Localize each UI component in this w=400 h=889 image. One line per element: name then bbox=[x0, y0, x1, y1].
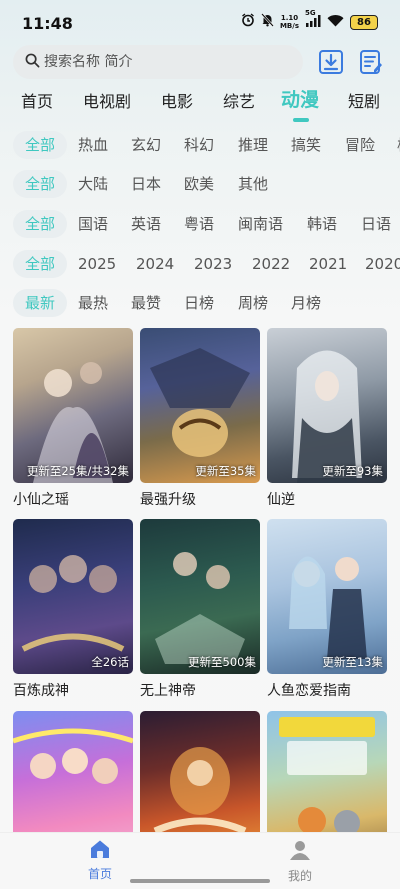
poster-badge: 更新至13集 bbox=[322, 655, 383, 669]
genre-chip-selected[interactable]: 全部 bbox=[13, 131, 68, 159]
poster-card[interactable]: 更新至500集 无上神帝 bbox=[140, 519, 260, 700]
poster-badge: 更新至93集 bbox=[322, 464, 383, 478]
nav-mine[interactable]: 我的 bbox=[260, 839, 340, 884]
poster-card[interactable]: 更新至13集 人鱼恋爱指南 bbox=[267, 519, 387, 700]
gesture-bar bbox=[130, 879, 270, 883]
home-icon bbox=[89, 840, 111, 863]
poster-image: 更新至25集/共32集 bbox=[13, 328, 133, 483]
poster-badge: 更新至25集/共32集 bbox=[26, 464, 129, 478]
poster-image: 全26话 bbox=[13, 519, 133, 674]
year-chip[interactable]: 2022 bbox=[252, 250, 290, 278]
poster-card[interactable]: 更新至35集 最强升级 bbox=[140, 328, 260, 509]
tab-variety[interactable]: 综艺 bbox=[223, 88, 255, 112]
search-box[interactable] bbox=[13, 45, 303, 79]
poster-badge: 更新至35集 bbox=[195, 464, 256, 478]
download-icon[interactable] bbox=[318, 49, 344, 75]
tab-tv-series[interactable]: 电视剧 bbox=[83, 88, 131, 112]
card-title: 百炼成神 bbox=[13, 683, 69, 699]
bottom-nav: 首页 我的 bbox=[0, 832, 400, 889]
language-chip[interactable]: 英语 bbox=[131, 210, 161, 238]
battery-indicator: 86 bbox=[350, 14, 378, 30]
genre-chip[interactable]: 科幻 bbox=[184, 131, 214, 159]
alarm-icon bbox=[241, 13, 255, 31]
genre-chip[interactable]: 搞笑 bbox=[291, 131, 321, 159]
year-chip[interactable]: 2024 bbox=[136, 250, 174, 278]
card-title: 人鱼恋爱指南 bbox=[267, 683, 351, 699]
year-chip-selected[interactable]: 全部 bbox=[13, 250, 68, 278]
poster-card[interactable]: 更新至25集/共32集 小仙之瑶 bbox=[13, 328, 133, 509]
genre-chip[interactable]: 玄幻 bbox=[131, 131, 161, 159]
sort-chip[interactable]: 周榜 bbox=[238, 289, 268, 317]
search-icon bbox=[25, 53, 40, 72]
language-chip[interactable]: 粤语 bbox=[184, 210, 214, 238]
notes-icon[interactable] bbox=[358, 49, 384, 75]
sort-chip[interactable]: 月榜 bbox=[291, 289, 321, 317]
nav-home[interactable]: 首页 bbox=[60, 839, 140, 882]
sort-chip-selected[interactable]: 最新 bbox=[13, 289, 68, 317]
region-chip[interactable]: 欧美 bbox=[184, 170, 214, 198]
main-tabs: 首页 电视剧 电影 综艺 动漫 短剧 bbox=[0, 88, 400, 124]
language-chip[interactable]: 闽南语 bbox=[238, 210, 283, 238]
filter-row-genre: 全部 热血 玄幻 科幻 推理 搞笑 冒险 校 bbox=[0, 131, 400, 161]
year-chip[interactable]: 2025 bbox=[78, 250, 116, 278]
region-chip[interactable]: 其他 bbox=[238, 170, 268, 198]
region-chip-selected[interactable]: 全部 bbox=[13, 170, 68, 198]
sort-chip[interactable]: 最热 bbox=[78, 289, 108, 317]
filter-row-year: 全部 2025 2024 2023 2022 2021 2020 bbox=[0, 250, 400, 280]
genre-chip[interactable]: 推理 bbox=[238, 131, 268, 159]
year-chip[interactable]: 2023 bbox=[194, 250, 232, 278]
status-bar: 11:48 1.10 MB/s 5G 86 bbox=[0, 0, 400, 46]
region-chip[interactable]: 日本 bbox=[131, 170, 161, 198]
genre-chip[interactable]: 热血 bbox=[78, 131, 108, 159]
year-chip[interactable]: 2021 bbox=[309, 250, 347, 278]
region-chip[interactable]: 大陆 bbox=[78, 170, 108, 198]
search-input[interactable] bbox=[44, 54, 284, 70]
active-tab-indicator bbox=[293, 118, 309, 122]
tab-anime[interactable]: 动漫 bbox=[281, 85, 319, 112]
signal-label: 5G bbox=[305, 8, 316, 17]
filter-row-sort: 最新 最热 最赞 日榜 周榜 月榜 bbox=[0, 289, 400, 319]
filter-row-region: 全部 大陆 日本 欧美 其他 bbox=[0, 170, 400, 200]
language-chip[interactable]: 韩语 bbox=[307, 210, 337, 238]
search-row bbox=[13, 45, 388, 79]
wifi-icon bbox=[327, 14, 344, 31]
language-chip-selected[interactable]: 全部 bbox=[13, 210, 68, 238]
card-title: 最强升级 bbox=[140, 492, 196, 508]
poster-image: 更新至500集 bbox=[140, 519, 260, 674]
status-icons: 1.10 MB/s 5G 86 bbox=[241, 9, 378, 31]
filter-row-language: 全部 国语 英语 粤语 闽南语 韩语 日语 bbox=[0, 210, 400, 240]
sort-chip[interactable]: 最赞 bbox=[131, 289, 161, 317]
language-chip[interactable]: 国语 bbox=[78, 210, 108, 238]
net-speed-unit: MB/s bbox=[279, 22, 299, 30]
poster-image: 更新至35集 bbox=[140, 328, 260, 483]
card-title: 仙逆 bbox=[267, 492, 295, 508]
poster-badge: 更新至500集 bbox=[188, 655, 256, 669]
tab-short-drama[interactable]: 短剧 bbox=[348, 88, 380, 112]
status-time: 11:48 bbox=[22, 14, 73, 33]
card-title: 无上神帝 bbox=[140, 683, 196, 699]
year-chip[interactable]: 2020 bbox=[365, 250, 400, 278]
nav-home-label: 首页 bbox=[87, 867, 112, 881]
poster-image: 更新至13集 bbox=[267, 519, 387, 674]
tab-home[interactable]: 首页 bbox=[21, 88, 53, 112]
profile-icon bbox=[289, 841, 311, 865]
language-chip[interactable]: 日语 bbox=[361, 210, 391, 238]
card-title: 小仙之瑶 bbox=[13, 492, 69, 508]
sort-chip[interactable]: 日榜 bbox=[184, 289, 214, 317]
tab-movies[interactable]: 电影 bbox=[161, 88, 193, 112]
cell-signal-icon: 5G bbox=[305, 9, 321, 31]
nav-mine-label: 我的 bbox=[287, 869, 312, 883]
net-speed-value: 1.10 bbox=[280, 14, 299, 22]
poster-card[interactable]: 更新至93集 仙逆 bbox=[267, 328, 387, 509]
mute-bell-icon bbox=[261, 13, 274, 31]
net-speed: 1.10 MB/s bbox=[280, 14, 299, 30]
poster-badge: 全26话 bbox=[91, 655, 129, 669]
genre-chip[interactable]: 冒险 bbox=[345, 131, 375, 159]
poster-card[interactable]: 全26话 百炼成神 bbox=[13, 519, 133, 700]
poster-image: 更新至93集 bbox=[267, 328, 387, 483]
